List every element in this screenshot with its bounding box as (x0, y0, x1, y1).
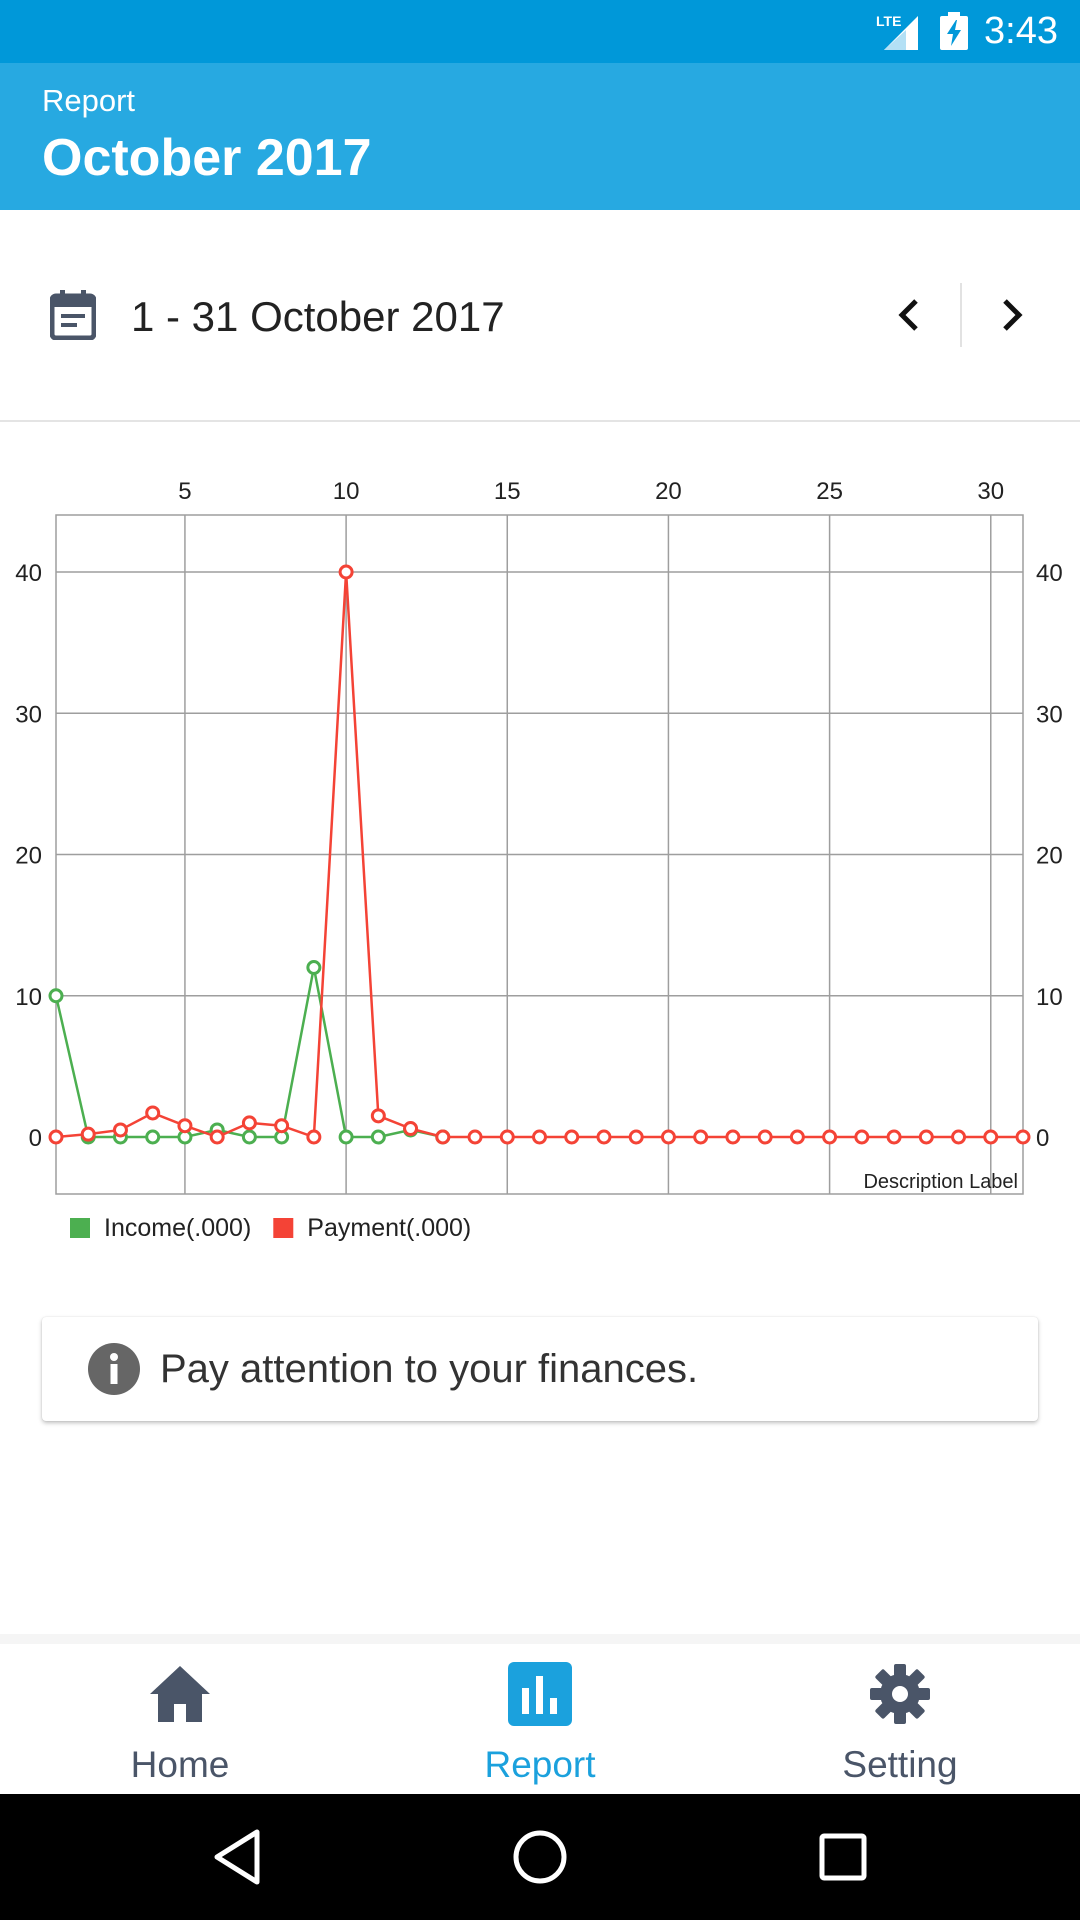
chart-y-tick-label-right: 40 (1036, 560, 1063, 587)
chart-y-tick-label-left: 10 (15, 984, 42, 1011)
chart-point-series-1 (789, 1129, 805, 1145)
chart-point-series-1 (854, 1129, 870, 1145)
chart-point-series-1 (822, 1129, 838, 1145)
app-bar: Report October 2017 (0, 63, 1080, 210)
status-bar: LTE 3:43 (0, 0, 1080, 63)
nav-item-setting[interactable]: Setting (720, 1644, 1080, 1804)
period-selector: 1 - 31 October 2017 (0, 210, 1080, 422)
info-icon (88, 1343, 140, 1395)
nav-item-home[interactable]: Home (0, 1644, 360, 1804)
chart-legend-label: Payment(.000) (307, 1214, 471, 1242)
chart-y-tick-label-right: 10 (1036, 984, 1063, 1011)
chart-point-series-1 (596, 1129, 612, 1145)
chart-point-series-1 (628, 1129, 644, 1145)
chart-point-series-1 (177, 1118, 193, 1134)
chart-x-tick-label: 30 (977, 478, 1004, 505)
bar-chart-icon (508, 1662, 572, 1726)
next-period-button[interactable] (985, 282, 1041, 348)
gear-icon (870, 1664, 930, 1724)
calendar-icon (50, 290, 96, 340)
info-card: Pay attention to your finances. (42, 1317, 1038, 1421)
chart-legend-swatch (273, 1218, 294, 1238)
chevron-right-icon (1003, 299, 1023, 331)
battery-charging-icon (940, 12, 968, 50)
home-circle-icon[interactable] (507, 1824, 573, 1890)
chevron-left-icon (898, 299, 918, 331)
chart-y-tick-label-left: 0 (29, 1125, 42, 1152)
nav-item-report[interactable]: Report (360, 1644, 720, 1804)
chart-x-tick-label: 10 (333, 478, 360, 505)
chart-legend-swatch (70, 1218, 90, 1238)
chart-point-series-1 (338, 564, 354, 580)
chart-y-tick-label-left: 30 (15, 701, 42, 728)
chart-x-tick-label: 25 (816, 478, 843, 505)
chart-point-series-0 (241, 1129, 257, 1145)
chart-x-tick-label: 20 (655, 478, 682, 505)
clock: 3:43 (984, 10, 1058, 52)
bottom-navigation: Home Report Setting (0, 1634, 1080, 1804)
chart-point-series-1 (532, 1129, 547, 1145)
chart-y-tick-label-right: 20 (1036, 843, 1063, 870)
chart-point-series-0 (338, 1129, 354, 1145)
chart-point-series-1 (145, 1105, 161, 1121)
chart-point-series-1 (209, 1129, 225, 1145)
chart-point-series-1 (693, 1129, 709, 1145)
chart-point-series-1 (370, 1108, 386, 1124)
chart-point-series-1 (564, 1129, 580, 1145)
chart-legend-label: Income(.000) (104, 1214, 251, 1242)
chart-y-tick-label-right: 0 (1036, 1125, 1049, 1152)
page-title: October 2017 (42, 129, 372, 187)
divider (960, 283, 962, 347)
system-navigation-bar (0, 1794, 1080, 1920)
period-label[interactable]: 1 - 31 October 2017 (131, 292, 505, 342)
chart-point-series-1 (951, 1129, 967, 1145)
chart-y-tick-label-left: 40 (15, 560, 42, 587)
chart-point-series-1 (918, 1129, 934, 1145)
chart-y-tick-label-right: 30 (1036, 701, 1063, 728)
chart-series-line-0 (54, 967, 444, 1139)
chart-point-series-1 (757, 1129, 773, 1145)
lte-signal-icon: LTE (876, 13, 918, 50)
chart-x-tick-label: 5 (178, 478, 191, 505)
chart-point-series-1 (660, 1129, 676, 1145)
back-icon[interactable] (205, 1824, 271, 1890)
nav-label-report: Report (484, 1744, 596, 1785)
chart-point-series-1 (499, 1129, 515, 1145)
nav-label-setting: Setting (842, 1744, 958, 1785)
chart-point-series-1 (467, 1129, 483, 1145)
chart-point-series-1 (112, 1122, 128, 1138)
chart-point-series-0 (145, 1129, 161, 1145)
chart-point-series-1 (725, 1129, 741, 1145)
chart-svg: 5 10 15 20 25 30 0 0 10 10 20 20 30 30 40 40 Description… (15, 478, 1063, 1242)
chart-point-series-1 (274, 1118, 290, 1134)
chart-point-series-1 (306, 1129, 322, 1145)
svg-text:LTE: LTE (876, 13, 901, 29)
chart-point-series-0 (306, 960, 322, 975)
chart-point-series-1 (983, 1129, 999, 1145)
nav-label-home: Home (130, 1744, 230, 1785)
chart-x-tick-label: 15 (494, 478, 521, 505)
chart-y-tick-label-left: 20 (15, 843, 42, 870)
chart-point-series-1 (241, 1115, 257, 1131)
recents-icon[interactable] (810, 1824, 876, 1890)
chart-point-series-1 (1015, 1129, 1031, 1145)
chart-point-series-1 (886, 1129, 902, 1145)
info-message: Pay attention to your finances. (160, 1347, 699, 1391)
previous-period-button[interactable] (880, 282, 936, 348)
chart-point-series-0 (48, 988, 64, 1004)
chart-point-series-1 (403, 1121, 419, 1137)
chart-description-label: Description Label (863, 1171, 1018, 1193)
home-icon (150, 1666, 210, 1722)
chart-point-series-0 (370, 1129, 386, 1145)
chart-point-series-1 (435, 1129, 451, 1145)
app-bar-subtitle: Report (42, 83, 136, 118)
line-chart[interactable]: 5 10 15 20 25 30 0 0 10 10 20 20 30 30 40 40 Description… (0, 440, 1080, 1280)
chart-point-series-1 (80, 1126, 96, 1142)
chart-point-series-1 (48, 1129, 64, 1145)
